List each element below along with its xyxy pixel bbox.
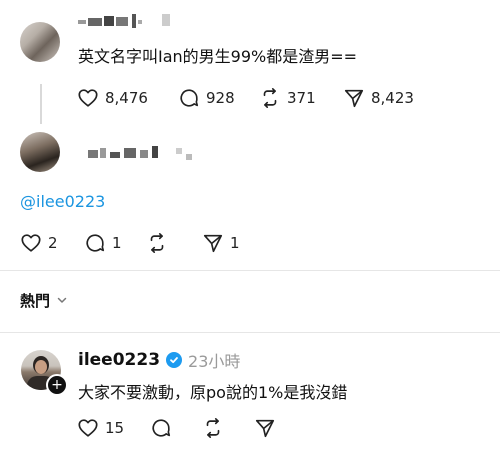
comment-button[interactable]: 928 (178, 87, 259, 109)
post-text: 英文名字叫Ian的男生99%都是渣男== (78, 47, 358, 66)
like-button[interactable]: 8,476 (77, 87, 178, 109)
verified-badge-icon (166, 352, 183, 368)
avatar[interactable] (20, 22, 60, 62)
comment-count: 928 (206, 89, 235, 107)
comment-button[interactable] (150, 417, 202, 439)
reply2-header: ilee0223 23小時 (78, 348, 240, 372)
sort-dropdown[interactable]: 熱門 (20, 290, 68, 311)
mention-link[interactable]: @ilee0223 (20, 192, 105, 211)
comment-button[interactable]: 1 (84, 232, 146, 254)
repost-icon (146, 232, 168, 254)
plus-icon: + (51, 377, 63, 393)
send-icon (254, 417, 276, 439)
reply2-actions: 15 (77, 417, 276, 439)
repost-button[interactable] (202, 417, 254, 439)
like-count: 8,476 (105, 89, 148, 107)
like-count: 15 (105, 419, 125, 437)
share-button[interactable] (254, 417, 276, 439)
like-button[interactable]: 2 (20, 232, 84, 254)
divider (0, 332, 500, 333)
send-icon (202, 232, 224, 254)
repost-button[interactable] (146, 232, 202, 254)
sort-label: 熱門 (20, 292, 51, 310)
repost-icon (259, 87, 281, 109)
username[interactable]: ilee0223 (78, 350, 160, 370)
comment-bubble-icon (84, 232, 106, 254)
comment-bubble-icon (178, 87, 200, 109)
heart-icon (77, 87, 99, 109)
post-actions: 8,476 928 371 8,423 (77, 87, 414, 109)
avatar[interactable] (20, 132, 60, 172)
share-button[interactable]: 1 (202, 232, 240, 254)
share-button[interactable]: 8,423 (343, 87, 414, 109)
share-count: 1 (230, 234, 240, 252)
timestamp: 23小時 (188, 352, 241, 371)
repost-count: 371 (287, 89, 316, 107)
repost-button[interactable]: 371 (259, 87, 343, 109)
reply-text: 大家不要激動，原po說的1%是我沒錯 (78, 383, 348, 402)
thread-line (40, 84, 42, 124)
comment-count: 1 (112, 234, 122, 252)
username-censored (88, 146, 198, 160)
heart-icon (77, 417, 99, 439)
reply1-actions: 2 1 1 (20, 232, 240, 254)
comment-bubble-icon (150, 417, 172, 439)
like-button[interactable]: 15 (77, 417, 150, 439)
follow-button[interactable]: + (46, 374, 68, 396)
send-icon (343, 87, 365, 109)
like-count: 2 (48, 234, 58, 252)
repost-icon (202, 417, 224, 439)
chevron-down-icon (56, 292, 68, 310)
heart-icon (20, 232, 42, 254)
share-count: 8,423 (371, 89, 414, 107)
divider (0, 270, 500, 271)
username-censored (78, 14, 188, 28)
